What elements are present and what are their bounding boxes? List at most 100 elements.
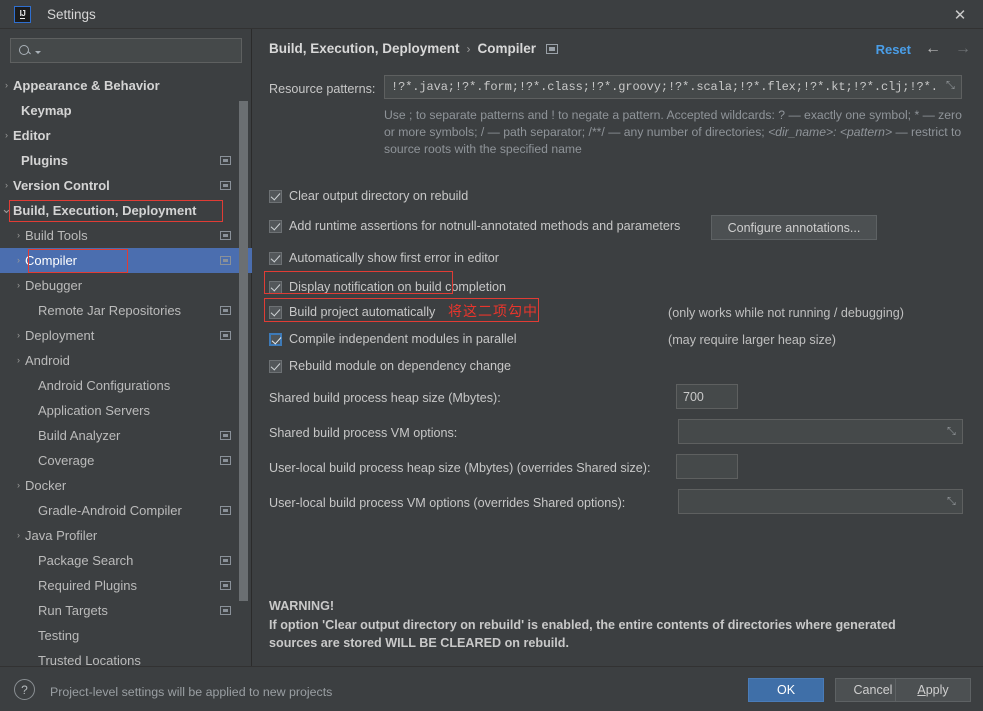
back-arrow-icon[interactable]: ← [925,40,941,58]
chevron-down-icon[interactable]: ⌄ [0,202,13,215]
sidebar-item-appearance-behavior[interactable]: › Appearance & Behavior [0,73,252,98]
project-level-settings-icon [220,456,231,465]
sidebar-item-label: Keymap [21,103,72,118]
checkbox-display-notification-on-build-completion[interactable]: Display notification on build completion [269,280,506,294]
expand-icon[interactable]: ⤡ [947,426,958,437]
warning-title: WARNING! [269,599,335,613]
input-shared-build-process-vm-options[interactable]: ⤡ [678,419,963,444]
breadcrumb-separator-icon: › [466,41,471,56]
checkmark-icon[interactable] [269,251,282,265]
input-shared-build-process-heap-size-mbytes[interactable]: 700 [676,384,738,409]
sidebar-item-label: Java Profiler [25,528,98,543]
configure-annotations-button[interactable]: Configure annotations... [711,215,877,240]
sidebar-item-label: Docker [25,478,67,493]
sidebar-item-label: Android Configurations [38,378,171,393]
hint-line-1: Use ; to separate patterns and ! to nega… [384,108,962,122]
sidebar-item-label: Debugger [25,278,83,293]
expand-icon[interactable]: ⤡ [947,496,958,507]
label-user-local-build-process-heap-size-mbytes-overrides-shared-size: User-local build process heap size (Mbyt… [269,461,651,475]
ok-button[interactable]: OK [748,678,824,702]
checkbox-compile-independent-modules-in-parallel[interactable]: Compile independent modules in parallel [269,332,517,346]
project-level-settings-icon [220,556,231,565]
sidebar-item-label: Testing [38,628,80,643]
checkbox-note-build-project-automatically: (only works while not running / debuggin… [668,306,904,320]
sidebar-item-gradle-android-compiler[interactable]: Gradle-Android Compiler [0,498,252,523]
sidebar-item-build-execution-deployment[interactable]: ⌄ Build, Execution, Deployment [0,198,252,223]
sidebar-item-label: Version Control [13,178,110,193]
chevron-right-icon[interactable]: › [12,356,25,365]
chevron-right-icon[interactable]: › [0,131,13,140]
sidebar-item-label: Editor [13,128,51,143]
checkmark-icon[interactable] [269,359,282,373]
checkbox-clear-output-directory-on-rebuild[interactable]: Clear output directory on rebuild [269,189,468,203]
sidebar-item-android[interactable]: › Android [0,348,252,373]
breadcrumb-root[interactable]: Build, Execution, Deployment [269,41,460,56]
expand-icon[interactable]: ⤡ [946,81,957,93]
sidebar-item-editor[interactable]: › Editor [0,123,252,148]
checkmark-icon[interactable] [269,189,282,203]
project-level-settings-icon [220,181,231,190]
sidebar-item-package-search[interactable]: Package Search [0,548,252,573]
sidebar-item-build-tools[interactable]: › Build Tools [0,223,252,248]
chevron-right-icon[interactable]: › [12,231,25,240]
chevron-right-icon[interactable]: › [0,181,13,190]
chevron-right-icon[interactable]: › [12,481,25,490]
sidebar-item-compiler[interactable]: › Compiler [0,248,252,273]
chevron-right-icon[interactable]: › [0,81,13,90]
sidebar-item-label: Application Servers [38,403,150,418]
close-icon[interactable]: ✕ [937,0,983,29]
checkbox-add-runtime-assertions-for-notnull-annotated-methods-and-parameters[interactable]: Add runtime assertions for notnull-annot… [269,219,680,233]
checkbox-label: Add runtime assertions for notnull-annot… [289,219,681,233]
project-level-settings-icon [220,256,231,265]
sidebar-item-plugins[interactable]: Plugins [0,148,252,173]
resource-patterns-label: Resource patterns: [269,82,376,96]
checkmark-icon[interactable] [269,219,282,233]
input-user-local-build-process-heap-size-mbytes-overrides-shared-size[interactable] [676,454,738,479]
sidebar-item-testing[interactable]: Testing [0,623,252,648]
sidebar-item-android-configurations[interactable]: Android Configurations [0,373,252,398]
resource-patterns-hint: Use ; to separate patterns and ! to nega… [384,107,983,158]
sidebar-item-version-control[interactable]: › Version Control [0,173,252,198]
sidebar-item-build-analyzer[interactable]: Build Analyzer [0,423,252,448]
checkbox-note-compile-independent-modules-in-parallel: (may require larger heap size) [668,333,836,347]
warning-block: WARNING! If option 'Clear output directo… [269,597,949,653]
search-input[interactable] [10,38,242,63]
input-user-local-build-process-vm-options-overrides-shared-options[interactable]: ⤡ [678,489,963,514]
sidebar-item-label: Build Analyzer [38,428,121,443]
apply-button[interactable]: Apply [895,678,971,702]
checkbox-rebuild-module-on-dependency-change[interactable]: Rebuild module on dependency change [269,359,511,373]
checkbox-label: Automatically show first error in editor [289,251,499,265]
sidebar-item-debugger[interactable]: › Debugger [0,273,252,298]
sidebar-item-remote-jar-repositories[interactable]: Remote Jar Repositories [0,298,252,323]
sidebar-item-trusted-locations[interactable]: Trusted Locations [0,648,252,666]
reset-link[interactable]: Reset [876,42,911,57]
sidebar-scrollbar-thumb[interactable] [239,101,248,601]
checkbox-build-project-automatically[interactable]: Build project automatically [269,305,435,319]
sidebar-item-docker[interactable]: › Docker [0,473,252,498]
title-bar: IJ Settings ✕ [0,0,983,29]
sidebar-item-required-plugins[interactable]: Required Plugins [0,573,252,598]
checkmark-icon[interactable] [269,280,282,294]
chevron-right-icon[interactable]: › [12,256,25,265]
sidebar-item-run-targets[interactable]: Run Targets [0,598,252,623]
sidebar-item-label: Required Plugins [38,578,138,593]
checkmark-icon[interactable] [269,305,282,319]
chevron-right-icon[interactable]: › [12,331,25,340]
sidebar-item-deployment[interactable]: › Deployment [0,323,252,348]
help-icon[interactable]: ? [14,679,35,700]
chevron-down-icon [35,51,41,54]
sidebar-item-keymap[interactable]: Keymap [0,98,252,123]
chevron-right-icon[interactable]: › [12,531,25,540]
sidebar-item-java-profiler[interactable]: › Java Profiler [0,523,252,548]
sidebar-item-application-servers[interactable]: Application Servers [0,398,252,423]
checkmark-icon[interactable] [269,332,282,346]
checkbox-automatically-show-first-error-in-editor[interactable]: Automatically show first error in editor [269,251,499,265]
settings-content-panel: Build, Execution, Deployment › Compiler … [253,29,983,666]
sidebar-item-label: Build, Execution, Deployment [13,203,197,218]
sidebar-item-coverage[interactable]: Coverage [0,448,252,473]
resource-patterns-value: !?*.java;!?*.form;!?*.class;!?*.groovy;!… [391,80,938,94]
chevron-right-icon[interactable]: › [12,281,25,290]
label-user-local-build-process-vm-options-overrides-shared-options: User-local build process VM options (ove… [269,496,626,510]
resource-patterns-input[interactable]: !?*.java;!?*.form;!?*.class;!?*.groovy;!… [384,75,962,99]
apply-label: Apply [917,683,949,697]
